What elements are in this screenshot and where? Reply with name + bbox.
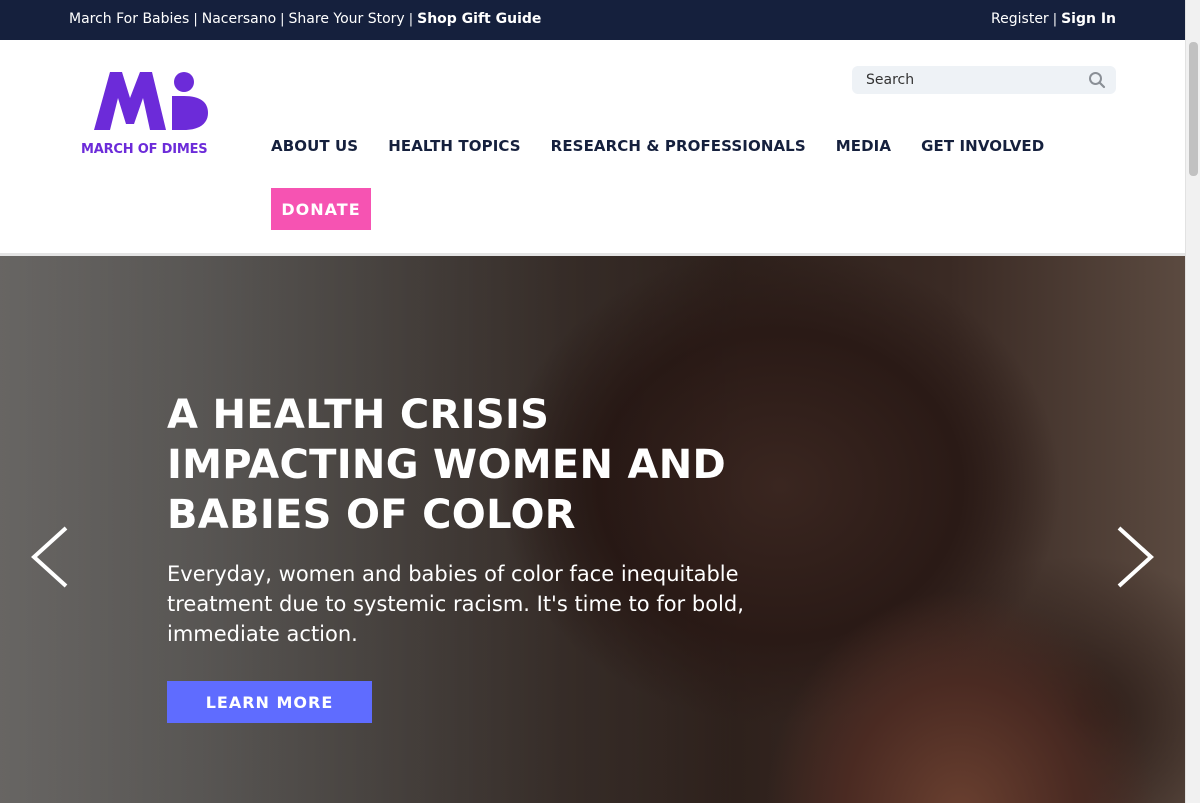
nav-media[interactable]: MEDIA [836,137,891,155]
scrollbar-thumb[interactable] [1189,42,1198,176]
separator: | [193,11,198,27]
account-links: Register | Sign In [991,11,1116,27]
separator: | [408,11,414,27]
hero-headline: A HEALTH CRISIS IMPACTING WOMEN AND BABI… [167,392,727,538]
chevron-right-icon[interactable] [1113,524,1157,590]
sign-in-link[interactable]: Sign In [1061,11,1116,27]
chevron-left-icon[interactable] [28,524,72,590]
separator: | [280,11,285,27]
march-for-babies-link[interactable]: March For Babies [69,11,189,27]
nav-health-topics[interactable]: HEALTH TOPICS [388,137,520,155]
main-nav: ABOUT US HEALTH TOPICS RESEARCH & PROFES… [271,137,1074,155]
register-link[interactable]: Register [991,11,1049,27]
donate-button[interactable]: DONATE [271,188,371,230]
page-scrollbar[interactable] [1185,0,1200,803]
nav-research-professionals[interactable]: RESEARCH & PROFESSIONALS [551,137,806,155]
share-your-story-link[interactable]: Share Your Story [289,11,405,27]
learn-more-button[interactable]: LEARN MORE [167,681,372,723]
nav-get-involved[interactable]: GET INVOLVED [921,137,1044,155]
utility-bar: March For Babies | Nacersano | Share You… [0,0,1185,40]
separator: | [1052,11,1058,27]
hero-body: Everyday, women and babies of color face… [167,562,744,646]
search-icon[interactable] [1088,71,1106,89]
hero-carousel: A HEALTH CRISIS IMPACTING WOMEN AND BABI… [0,256,1185,803]
search-input[interactable] [852,66,1082,94]
site-header: MARCH OF DIMES ABOUT US HEALTH TOPICS RE… [0,40,1185,256]
logo-wordmark: MARCH OF DIMES [81,142,208,157]
utility-links: March For Babies | Nacersano | Share You… [69,11,541,27]
shop-gift-guide-link[interactable]: Shop Gift Guide [417,11,541,27]
search-box[interactable] [852,66,1116,94]
nacersano-link[interactable]: Nacersano [202,11,276,27]
nav-about-us[interactable]: ABOUT US [271,137,358,155]
